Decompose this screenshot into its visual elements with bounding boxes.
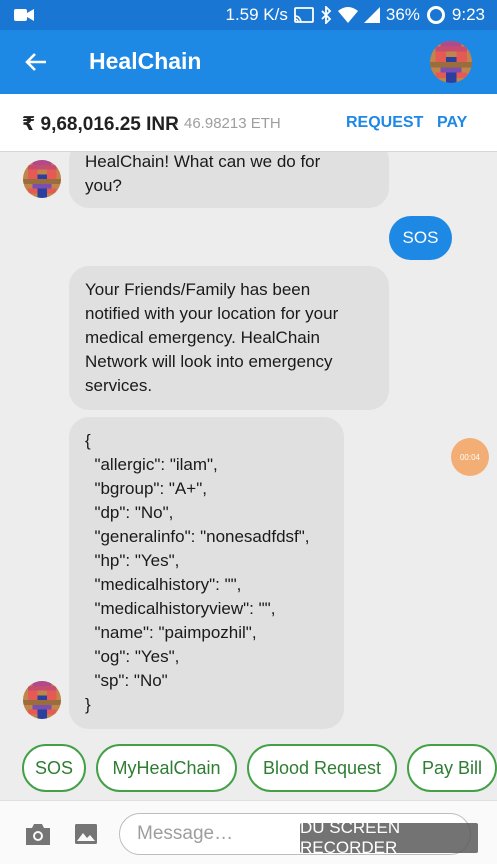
json-line: "hp": "Yes", bbox=[85, 551, 180, 570]
quick-reply-pay-bill[interactable]: Pay Bill bbox=[407, 744, 497, 792]
arrow-left-icon bbox=[25, 53, 46, 71]
image-icon[interactable] bbox=[73, 821, 99, 847]
json-line: "generalinfo": "nonesadfdsf", bbox=[85, 527, 310, 546]
json-line: } bbox=[85, 695, 91, 714]
message-line: Network will look into emergency bbox=[85, 352, 333, 371]
chat-thread[interactable]: HealChain! What can we do for you? SOS Y… bbox=[0, 152, 497, 742]
bot-avatar bbox=[23, 681, 61, 719]
camera-icon[interactable] bbox=[24, 821, 52, 847]
signal-icon bbox=[363, 7, 380, 23]
battery-percent: 36% bbox=[385, 5, 420, 24]
screen-recorder-watermark: DU SCREEN RECORDER bbox=[300, 818, 478, 857]
json-line: "dp": "No", bbox=[85, 503, 174, 522]
message-line: Your Friends/Family has been bbox=[85, 280, 311, 299]
balance-eth: 46.98213 ETH bbox=[184, 115, 281, 132]
page-title: HealChain bbox=[89, 48, 202, 74]
bot-json-message: { "allergic": "ilam", "bgroup": "A+", "d… bbox=[69, 417, 344, 729]
pay-button[interactable]: PAY bbox=[437, 114, 467, 132]
message-line: medical emergency. HealChain bbox=[85, 328, 320, 347]
json-line: "medicalhistoryview": "", bbox=[85, 599, 276, 618]
bluetooth-icon bbox=[320, 6, 332, 24]
wallet-balance-bar: ₹ 9,68,016.25 INR · 46.98213 ETH REQUEST… bbox=[0, 94, 497, 152]
user-message: SOS bbox=[389, 216, 452, 260]
bot-message: Your Friends/Family has been notified wi… bbox=[69, 266, 389, 410]
back-button[interactable] bbox=[18, 46, 54, 78]
message-line: notified with your location for your bbox=[85, 304, 339, 323]
message-line: you? bbox=[85, 176, 122, 195]
battery-ring-icon bbox=[426, 5, 446, 25]
json-line: { bbox=[85, 431, 91, 450]
recording-timer[interactable]: 00:04 bbox=[451, 438, 489, 476]
quick-reply-sos[interactable]: SOS bbox=[22, 744, 86, 792]
json-line: "sp": "No" bbox=[85, 671, 168, 690]
app-bar: HealChain bbox=[0, 30, 497, 94]
json-line: "allergic": "ilam", bbox=[85, 455, 218, 474]
avatar[interactable] bbox=[430, 41, 472, 83]
message-line: services. bbox=[85, 376, 153, 395]
video-camera-icon bbox=[14, 7, 34, 27]
quick-reply-myhealchain[interactable]: MyHealChain bbox=[96, 744, 237, 792]
json-line: "bgroup": "A+", bbox=[85, 479, 207, 498]
clock: 9:23 bbox=[451, 5, 485, 24]
quick-replies: SOS MyHealChain Blood Request Pay Bill bbox=[0, 742, 497, 800]
json-line: "name": "paimpozhil", bbox=[85, 623, 257, 642]
quick-reply-blood-request[interactable]: Blood Request bbox=[247, 744, 397, 792]
json-line: "medicalhistory": "", bbox=[85, 575, 242, 594]
status-indicators: 1.59 K/s 36% 9:23 bbox=[225, 5, 485, 25]
bot-message: HealChain! What can we do for you? bbox=[69, 152, 389, 208]
bot-avatar bbox=[23, 160, 61, 198]
request-button[interactable]: REQUEST bbox=[346, 114, 423, 132]
balance-separator: · bbox=[174, 115, 179, 132]
cast-icon bbox=[293, 7, 314, 23]
balance-inr: ₹ 9,68,016.25 INR bbox=[22, 114, 179, 135]
json-line: "og": "Yes", bbox=[85, 647, 180, 666]
wifi-icon bbox=[337, 7, 358, 23]
message-line: HealChain! What can we do for bbox=[85, 152, 321, 171]
status-bar: 1.59 K/s 36% 9:23 bbox=[0, 0, 497, 30]
network-speed: 1.59 K/s bbox=[225, 5, 288, 24]
